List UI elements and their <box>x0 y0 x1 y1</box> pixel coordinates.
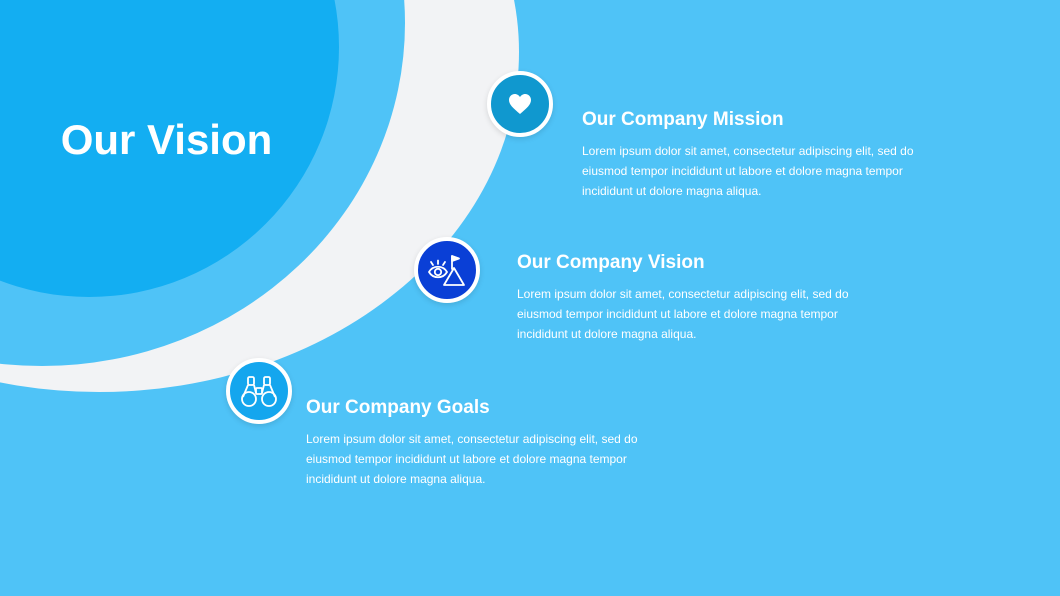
mission-heading: Our Company Mission <box>582 109 784 130</box>
vision-heading: Our Company Vision <box>517 252 705 273</box>
goals-heading: Our Company Goals <box>306 397 490 418</box>
heart-icon <box>508 93 532 115</box>
binoculars-icon <box>239 373 279 409</box>
slide-title: Our Vision <box>60 116 273 163</box>
vision-body: Lorem ipsum dolor sit amet, consectetur … <box>517 287 849 341</box>
mission-body: Lorem ipsum dolor sit amet, consectetur … <box>582 144 914 198</box>
slide: Our Vision Our Company Mission Lorem ips… <box>0 0 1060 596</box>
goals-body: Lorem ipsum dolor sit amet, consectetur … <box>306 432 638 486</box>
goals-badge <box>226 358 292 424</box>
mission-badge <box>487 71 553 137</box>
vision-badge <box>414 237 480 303</box>
eye-mountain-flag-icon <box>427 252 467 288</box>
